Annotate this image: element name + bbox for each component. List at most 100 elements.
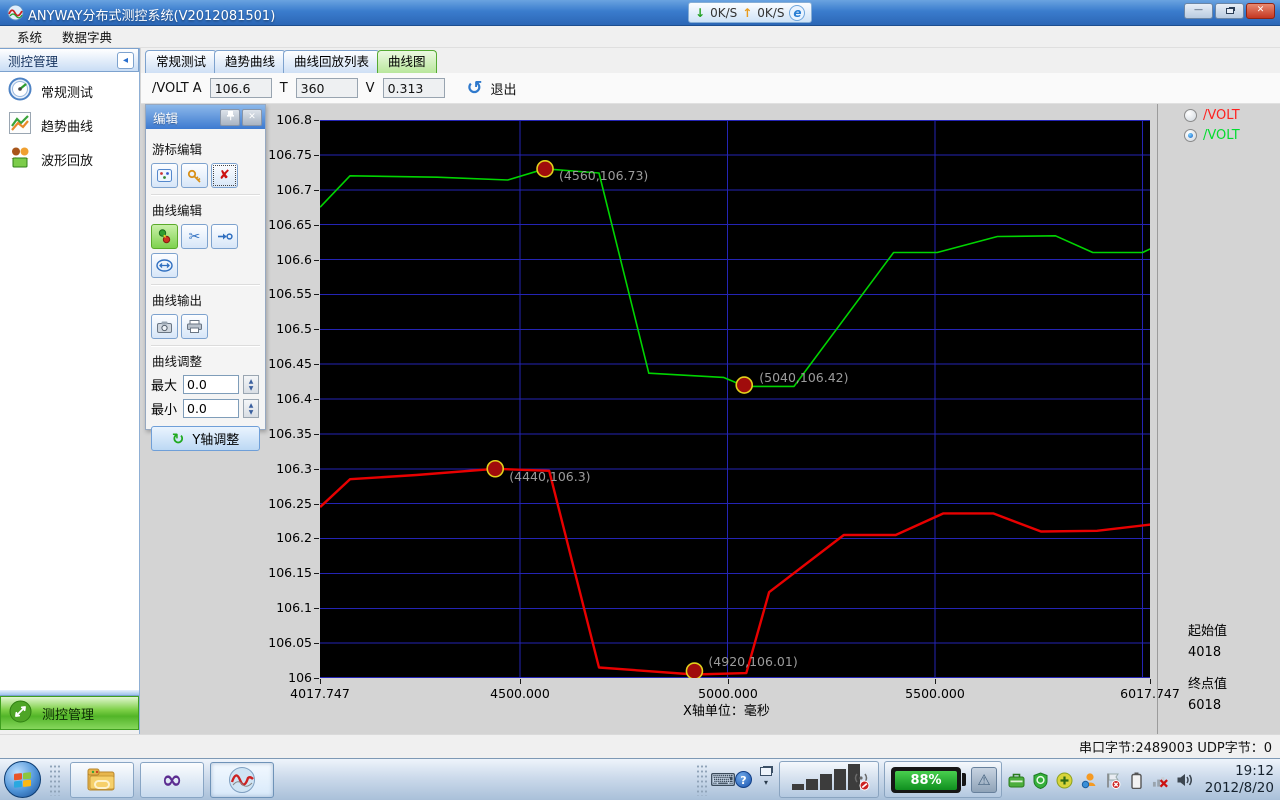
edit-panel-titlebar[interactable]: 编辑 ✕ (146, 105, 265, 129)
curve-stretch-button[interactable] (151, 253, 178, 278)
menu-system[interactable]: 系统 (8, 25, 51, 48)
taskbar-explorer-button[interactable] (70, 762, 134, 798)
tray-grip[interactable] (696, 764, 708, 796)
flip3d-icon[interactable]: ▾ (760, 767, 772, 787)
red-x-icon: ✘ (219, 168, 230, 183)
snapshot-button[interactable] (151, 314, 178, 339)
x-axis-unit-label: X轴单位：毫秒 (683, 700, 770, 719)
sidebar-item-trend-curve[interactable]: 趋势曲线 (0, 110, 139, 140)
edit-panel: 编辑 ✕ 游标编辑 ✘ 曲线编辑 ✂ 曲线输出 (145, 104, 266, 430)
end-value-label: 终点值 (1188, 673, 1227, 692)
signal-strength-widget[interactable] (779, 761, 879, 798)
download-speed: 0K/S (710, 6, 737, 20)
series-radio-volt-red[interactable]: /VOLT (1184, 108, 1240, 123)
minimize-button[interactable]: — (1184, 3, 1213, 19)
battery-nub (962, 773, 966, 786)
amplitude-field[interactable] (210, 78, 272, 98)
series2-label: /VOLT (1203, 128, 1240, 143)
min-spinner[interactable]: ▲▼ (243, 399, 259, 418)
restore-button[interactable] (1215, 3, 1244, 19)
status-bar: 串口字节:2489003 UDP字节：0 (0, 734, 1280, 758)
sidebar-collapse-button[interactable]: ◂ (117, 52, 134, 69)
plus-orb-icon[interactable] (1056, 772, 1073, 789)
toolbox-icon[interactable] (1008, 772, 1025, 789)
anyway-app-icon (228, 766, 256, 794)
sidebar-item-waveform-playback[interactable]: 波形回放 (0, 144, 139, 174)
cursor-key-button[interactable] (181, 163, 208, 188)
section-separator (151, 284, 260, 286)
svg-text:(5040,106.42): (5040,106.42) (759, 370, 848, 385)
min-field[interactable] (183, 399, 239, 418)
max-spinner[interactable]: ▲▼ (243, 375, 259, 394)
tab-curve-playback-list[interactable]: 曲线回放列表 (283, 50, 380, 73)
menu-data-dictionary[interactable]: 数据字典 (53, 25, 121, 48)
help-icon[interactable]: ? (735, 771, 752, 788)
curve-connect-button[interactable] (211, 224, 238, 249)
sidebar: 测控管理 ◂ 常规测试 趋势曲线 波形回放 测控管理 (0, 48, 140, 734)
scissors-icon: ✂ (189, 229, 201, 245)
end-value: 6018 (1188, 698, 1227, 713)
browser-icon[interactable]: e (789, 5, 805, 21)
download-arrow-icon: ↓ (695, 6, 705, 20)
tab-curve-graph[interactable]: 曲线图 (377, 50, 437, 73)
sidebar-splitter[interactable] (0, 689, 139, 696)
sidebar-item-label: 波形回放 (41, 150, 93, 169)
network-speed-widget[interactable]: ↓ 0K/S ↑ 0K/S e (688, 2, 812, 23)
svg-text:(4560,106.73): (4560,106.73) (559, 168, 648, 183)
battery-icon: 88% (891, 767, 961, 793)
sidebar-footer-label: 测控管理 (42, 704, 94, 723)
cursor-add-button[interactable] (151, 163, 178, 188)
tab-regular-test[interactable]: 常规测试 (145, 50, 217, 73)
taskbar: ∞ ⌨ ? ▾ 88% ⚠ 1 (0, 758, 1280, 800)
messenger-icon[interactable] (1080, 772, 1097, 789)
network-disconnected-icon[interactable] (1152, 772, 1169, 789)
tab-trend-curve[interactable]: 趋势曲线 (214, 50, 286, 73)
volume-icon[interactable] (1176, 772, 1193, 789)
tray-battery-icon[interactable] (1128, 772, 1145, 789)
sidebar-footer-button[interactable]: 测控管理 (0, 696, 139, 730)
byte-counters: 串口字节:2489003 UDP字节：0 (1079, 737, 1272, 756)
measure-manage-icon (9, 700, 32, 727)
app-logo-icon (7, 4, 24, 21)
exit-button[interactable]: 退出 (490, 79, 516, 98)
chart-plot-area[interactable]: (4560,106.73) (5040,106.42) (4440,106.3) (4… (320, 120, 1150, 678)
sidebar-item-regular-test[interactable]: 常规测试 (0, 76, 139, 106)
taskbar-grip[interactable] (49, 764, 61, 796)
pin-icon[interactable] (220, 109, 240, 126)
upload-arrow-icon: ↑ (742, 6, 752, 20)
keyboard-icon[interactable]: ⌨ (710, 770, 736, 791)
radio-selected-icon (1184, 129, 1197, 142)
tray-icon-row (1008, 761, 1193, 799)
folder-icon (87, 768, 117, 792)
chart-toolbar: /VOLT A T V ↺ 退出 (141, 73, 1280, 104)
curve-link-button[interactable] (151, 224, 178, 249)
svg-text:(4920,106.01): (4920,106.01) (708, 654, 797, 669)
t-field[interactable] (296, 78, 358, 98)
action-center-flag-icon[interactable] (1104, 772, 1121, 789)
cursor-delete-button[interactable]: ✘ (211, 163, 238, 188)
print-button[interactable] (181, 314, 208, 339)
v-field[interactable] (383, 78, 445, 98)
taskbar-clock[interactable]: 19:12 2012/8/20 (1205, 762, 1274, 797)
svg-text:(4440,106.3): (4440,106.3) (509, 469, 590, 484)
taskbar-visualstudio-button[interactable]: ∞ (140, 762, 204, 798)
start-value: 4018 (1188, 645, 1227, 660)
curve-edit-label: 曲线编辑 (152, 200, 260, 219)
wireless-off-icon (850, 770, 872, 792)
curve-cut-button[interactable]: ✂ (181, 224, 208, 249)
shield-icon[interactable] (1032, 772, 1049, 789)
close-panel-icon[interactable]: ✕ (242, 109, 262, 126)
max-field[interactable] (183, 375, 239, 394)
restore-icon (1226, 8, 1234, 14)
close-button[interactable]: ✕ (1246, 3, 1275, 19)
refresh-icon: ↻ (172, 430, 185, 448)
section-separator (151, 194, 260, 196)
sidebar-title: 测控管理 (8, 51, 58, 70)
warning-icon[interactable]: ⚠ (971, 767, 997, 793)
series-radio-volt-green[interactable]: /VOLT (1184, 128, 1240, 143)
start-button[interactable] (4, 761, 41, 798)
y-axis-adjust-button[interactable]: ↻ Y轴调整 (151, 426, 260, 451)
upload-speed: 0K/S (757, 6, 784, 20)
battery-widget[interactable]: 88% ⚠ (884, 761, 1002, 798)
taskbar-anyway-app-button[interactable] (210, 762, 274, 798)
